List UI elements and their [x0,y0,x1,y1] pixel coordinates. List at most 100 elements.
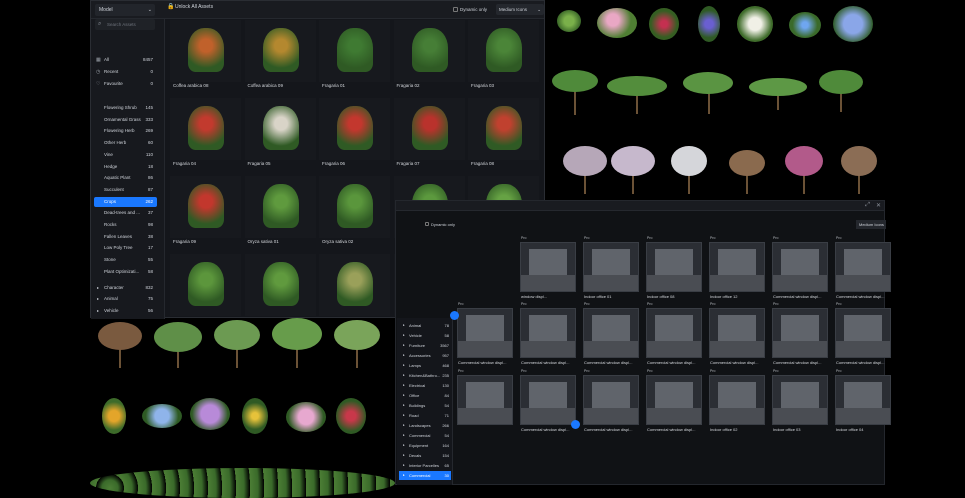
sidebar-item-recent[interactable]: ◷ Recent 0 [94,67,157,77]
asset-tile[interactable] [318,253,391,331]
expand-arrow-icon[interactable]: ▸ [403,321,405,330]
expand-arrow-icon[interactable]: ▸ [403,381,405,390]
interior-category-item[interactable]: ▸ Road 71 [399,411,451,420]
interior-asset-tile[interactable]: Pro Indoor office 02 [707,369,769,441]
sidebar-category-item[interactable]: Flowering Herb 269 [94,126,157,136]
sidebar-category-item[interactable]: Ornamental Grass 333 [94,115,157,125]
asset-tile[interactable]: Fragaria 09 [169,175,242,253]
dynamic-only-checkbox[interactable] [453,7,458,12]
interior-asset-tile[interactable]: Pro Commercial window displ... [518,302,580,374]
interior-category-item[interactable]: ▸ Buildings 54 [399,401,451,410]
expand-arrow-icon[interactable]: ▸ [403,351,405,360]
interior-asset-tile[interactable]: Pro Commercial window displ... [770,302,832,374]
sidebar-category-item[interactable]: Stone 55 [94,255,157,265]
interior-category-item[interactable]: ▸ Office 84 [399,391,451,400]
asset-tile[interactable]: Fragaria 01 [318,19,391,97]
interior-category-item[interactable]: ▸ Interior Parcelles 65 [399,461,451,470]
interior-asset-tile[interactable]: Pro Commercial window displ... [581,302,643,374]
interior-asset-tile[interactable]: Pro Indoor office 03 [770,369,832,441]
sidebar-category-item[interactable]: Aquatic Plant 86 [94,173,157,183]
expand-arrow-icon[interactable]: ▸ [403,371,405,380]
expand-arrow-icon[interactable]: ▸ [403,441,405,450]
interior-category-item[interactable]: ▸ Vehicle 58 [399,331,451,340]
close-icon[interactable]: ✕ [876,202,881,209]
expand-arrow-icon[interactable]: ▸ [403,461,405,470]
sidebar-category-item[interactable]: Rocks 98 [94,220,157,230]
asset-tile[interactable]: Fragaria 02 [393,19,466,97]
sidebar-category-item[interactable]: Low Poly Tree 17 [94,243,157,253]
expand-arrow-icon[interactable]: ▸ [97,283,99,293]
interior-category-item[interactable]: ▸ Lamps 468 [399,361,451,370]
view-mode-select[interactable]: Medium Icons ⌄ [496,4,544,15]
sidebar-category-item[interactable]: Succulent 87 [94,185,157,195]
asset-tile[interactable] [244,253,317,331]
expand-arrow-icon[interactable]: ▸ [403,361,405,370]
interior-asset-tile[interactable]: Pro Commercial window displ... [770,236,832,308]
asset-tile[interactable] [169,253,242,331]
asset-tile[interactable]: Fragaria 04 [169,97,242,175]
sidebar-category-item[interactable]: Vine 110 [94,150,157,160]
interior-category-item[interactable]: ▸ Accessories 957 [399,351,451,360]
expand-arrow-icon[interactable]: ▸ [403,451,405,460]
interior-asset-tile[interactable]: Pro Indoor office 08 [644,236,706,308]
asset-type-dropdown[interactable]: Model ⌄ [95,4,155,16]
expand-arrow-icon[interactable]: ▸ [403,341,405,350]
interior-asset-tile[interactable]: Pro Indoor office 04 [833,369,895,441]
interior-category-item[interactable]: ▸ Furniture 3567 [399,341,451,350]
asset-tile[interactable]: Coffea arabica 08 [169,19,242,97]
sidebar-item-favourite[interactable]: ♡ Favourite 0 [94,79,157,89]
expand-arrow-icon[interactable]: ▸ [403,421,405,430]
expand-arrow-icon[interactable]: ▸ [403,331,405,340]
scroll-to-top-button-2[interactable] [450,311,459,320]
interior-asset-tile[interactable]: Pro window displ... [518,236,580,308]
search-input[interactable]: ⌕ Search Assets [95,19,155,30]
interior-category-item[interactable]: ▸ Kitchen&Bathro... 235 [399,371,451,380]
asset-tile[interactable]: Oryza sativa 01 [244,175,317,253]
interior-asset-tile[interactable]: Pro Commercial window displ... [455,302,517,374]
expand-arrow-icon[interactable]: ▸ [97,294,99,304]
asset-tile[interactable]: Oryza sativa 02 [318,175,391,253]
interior-category-item[interactable]: ▸ Commercial 30 [399,471,451,480]
interior-asset-tile[interactable]: Pro [455,369,517,441]
asset-tile[interactable]: Fragaria 08 [467,97,540,175]
sidebar-group-item[interactable]: ▸ Animal 75 [94,294,157,304]
sidebar-item-all[interactable]: ▦ All 8457 [94,55,157,65]
interior-asset-tile[interactable]: Pro Indoor office 01 [581,236,643,308]
asset-tile[interactable]: Coffea arabica 09 [244,19,317,97]
interior-asset-tile[interactable]: Pro Indoor office 12 [707,236,769,308]
scroll-to-top-button-3[interactable] [571,420,580,429]
asset-tile[interactable]: Fragaria 07 [393,97,466,175]
interior-category-item[interactable]: ▸ Animal 78 [399,321,451,330]
expand-arrow-icon[interactable]: ▸ [403,391,405,400]
interior-asset-tile[interactable]: Pro Commercial window displ... [707,302,769,374]
sidebar-category-item[interactable]: Fallen Leaves 38 [94,232,157,242]
interior-asset-tile[interactable]: Pro Commercial window displ... [581,369,643,441]
sidebar-category-item[interactable]: Crops 262 [94,196,157,207]
sidebar-category-item[interactable]: Other Herb 60 [94,138,157,148]
dynamic-only-checkbox-2[interactable] [425,222,429,226]
view-mode-select-2[interactable]: Medium Icons [856,220,886,229]
unlock-all-button[interactable]: 🔒 Unlock All Assets [167,4,213,10]
sidebar-category-item[interactable]: Flowering Shrub 145 [94,103,157,113]
interior-asset-tile[interactable]: Pro Commercial window displ... [833,302,895,374]
asset-tile[interactable]: Fragaria 06 [318,97,391,175]
interior-asset-tile[interactable]: Pro Commercial window displ... [644,369,706,441]
interior-asset-tile[interactable]: Pro Commercial window displ... [644,302,706,374]
expand-arrow-icon[interactable]: ▸ [97,306,99,316]
sidebar-category-item[interactable]: Plant Optimizati... 58 [94,267,157,277]
asset-tile[interactable]: Fragaria 05 [244,97,317,175]
interior-category-item[interactable]: ▸ Electrical 130 [399,381,451,390]
expand-arrow-icon[interactable]: ▸ [403,431,405,440]
asset-tile[interactable]: Fragaria 03 [467,19,540,97]
interior-category-item[interactable]: ▸ Landscapes 266 [399,421,451,430]
dynamic-only-toggle[interactable]: Dynamic only [453,7,487,12]
sidebar-group-item[interactable]: ▸ Character 832 [94,283,157,293]
interior-category-item[interactable]: ▸ Equipment 164 [399,441,451,450]
interior-asset-tile[interactable]: Pro Commercial window displ... [518,369,580,441]
sidebar-group-item[interactable]: ▸ Vehicle 56 [94,306,157,316]
expand-arrow-icon[interactable]: ▸ [403,401,405,410]
interior-category-item[interactable]: ▸ Commercial 54 [399,431,451,440]
interior-asset-tile[interactable]: Pro Commercial window displ... [833,236,895,308]
sidebar-category-item[interactable]: Dead-trees and ... 37 [94,208,157,218]
expand-icon[interactable]: ⤢ [865,202,870,209]
